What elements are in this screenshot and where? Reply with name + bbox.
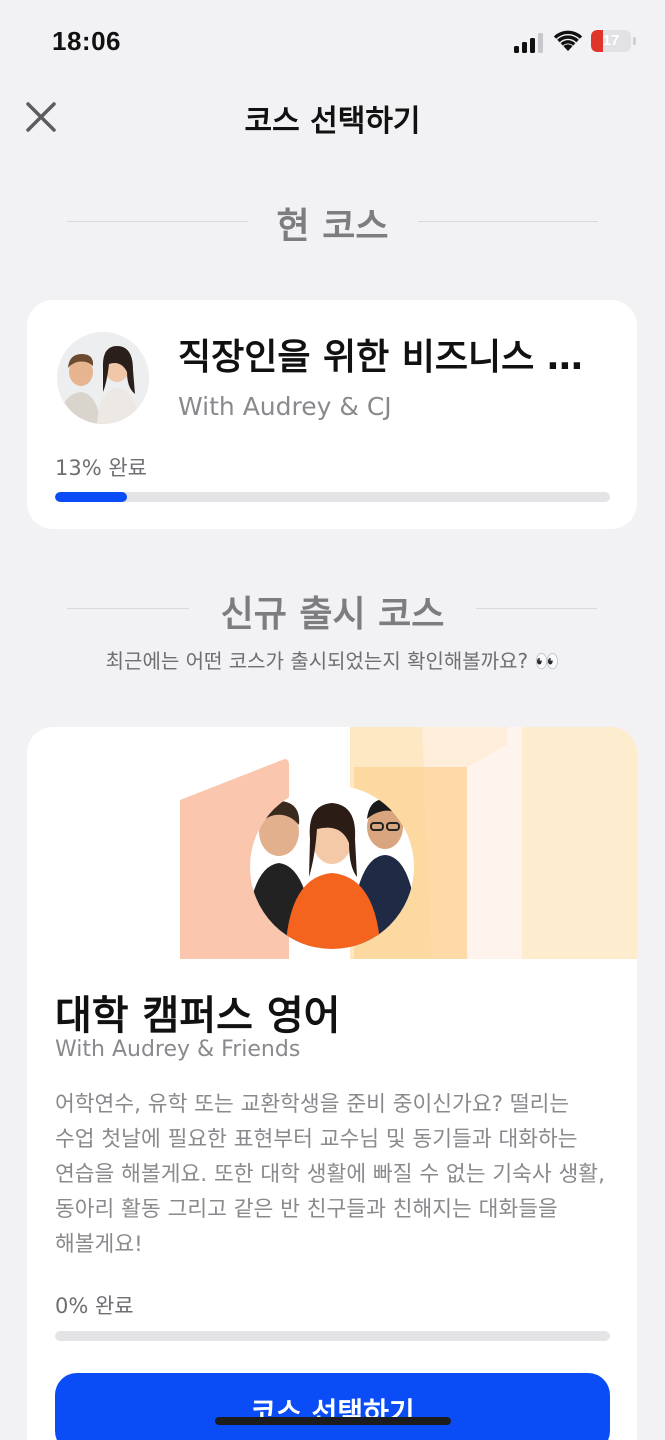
course-hero-illustration bbox=[180, 727, 637, 959]
status-time: 18:06 bbox=[52, 26, 121, 56]
home-indicator[interactable] bbox=[215, 1417, 451, 1425]
course-avatar bbox=[57, 332, 149, 424]
current-course-instructor: With Audrey & CJ bbox=[178, 392, 392, 421]
current-progress-label: 13% 완료 bbox=[55, 456, 147, 480]
new-progress-bar bbox=[55, 1331, 610, 1341]
new-course-instructor: With Audrey & Friends bbox=[55, 1037, 301, 1062]
new-course-card[interactable]: 대학 캠퍼스 영어 With Audrey & Friends 어학연수, 유학… bbox=[27, 727, 637, 1440]
instructors-illustration bbox=[57, 332, 149, 424]
select-course-button[interactable]: 코스 선택하기 bbox=[55, 1373, 610, 1440]
status-bar: 18:06 17 bbox=[0, 0, 665, 80]
battery-icon: 17 bbox=[591, 30, 631, 52]
wifi-icon bbox=[553, 30, 583, 51]
new-course-title: 대학 캠퍼스 영어 bbox=[55, 993, 341, 1039]
new-section-subtitle: 최근에는 어떤 코스가 출시되었는지 확인해볼까요? 👀 bbox=[105, 649, 560, 673]
signal-icon bbox=[514, 33, 543, 53]
new-course-description: 어학연수, 유학 또는 교환학생을 준비 중이신가요? 떨리는 수업 첫날에 필… bbox=[55, 1092, 605, 1257]
battery-cap bbox=[633, 37, 636, 45]
new-progress-label: 0% 완료 bbox=[55, 1294, 134, 1318]
current-section-title: 현 코스 bbox=[276, 206, 389, 247]
current-course-card[interactable]: 직장인을 위한 비즈니스 영어 With Audrey & CJ 13% 완료 bbox=[27, 300, 637, 529]
page-title: 코스 선택하기 bbox=[244, 104, 421, 139]
current-course-title: 직장인을 위한 비즈니스 영어 bbox=[178, 337, 598, 378]
current-progress-fill bbox=[55, 492, 128, 502]
battery-level: 17 bbox=[602, 32, 620, 49]
current-progress-bar bbox=[55, 492, 610, 502]
new-section-title: 신규 출시 코스 bbox=[220, 594, 445, 635]
